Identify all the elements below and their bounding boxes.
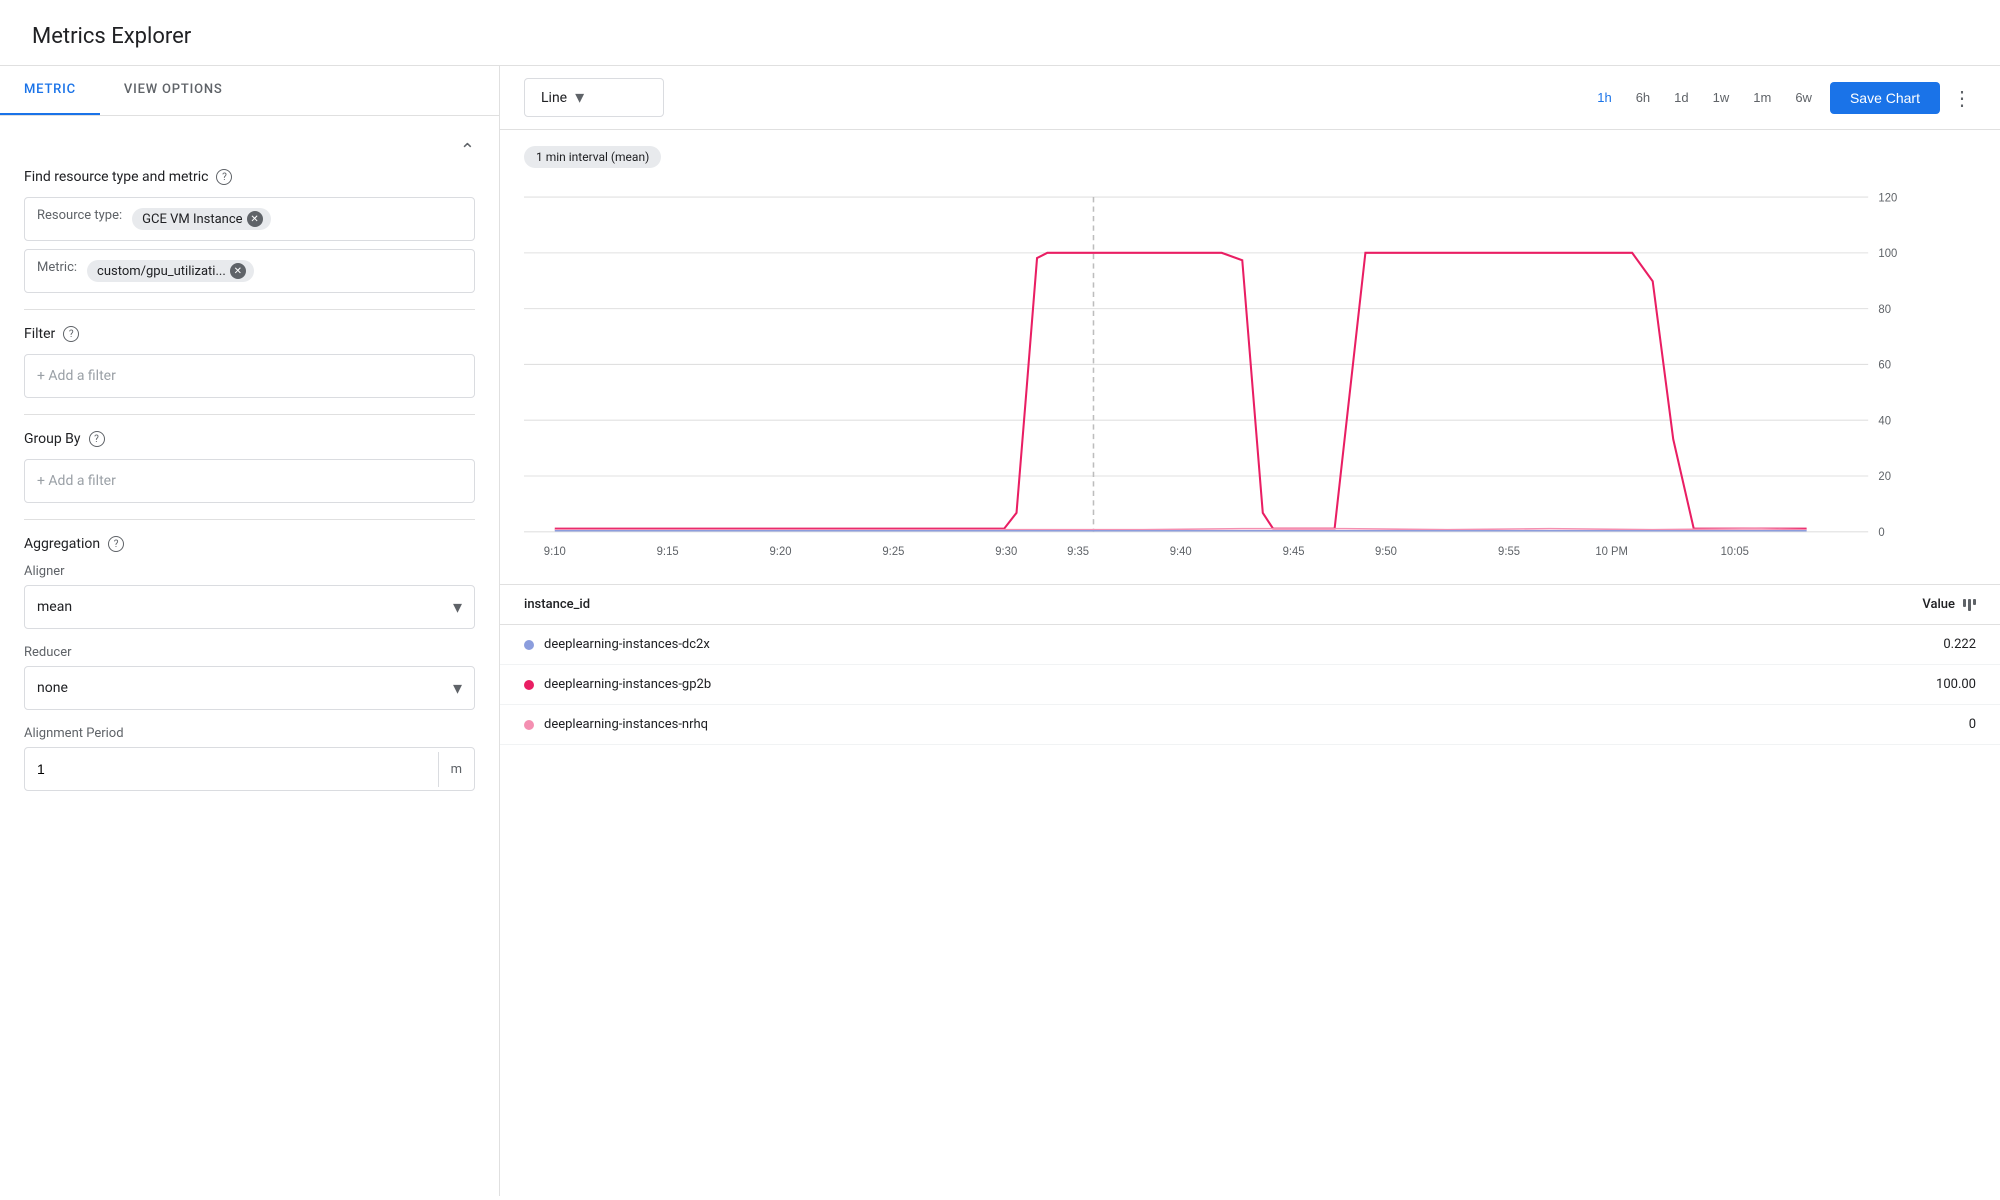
svg-text:100: 100 <box>1878 248 1897 260</box>
section-collapse-btn[interactable]: ⌃ <box>24 132 475 169</box>
right-panel: Line ▾ 1h 6h 1d 1w 1m 6w Save Chart ⋮ <box>500 66 2000 1196</box>
toolbar-right: 1h 6h 1d 1w 1m 6w Save Chart ⋮ <box>1587 82 1976 114</box>
aggregation-label: Aggregation ? <box>24 536 475 552</box>
instance-col-header: instance_id <box>524 597 590 612</box>
svg-text:10:05: 10:05 <box>1721 546 1749 558</box>
table-row: deeplearning-instances-gp2b 100.00 <box>500 665 2000 705</box>
reducer-label: Reducer <box>24 645 475 660</box>
svg-text:60: 60 <box>1878 360 1891 372</box>
reducer-select[interactable]: none ▾ <box>24 666 475 710</box>
svg-text:20: 20 <box>1878 471 1891 483</box>
time-btn-6w[interactable]: 6w <box>1785 84 1822 111</box>
page-header: Metrics Explorer <box>0 0 2000 66</box>
chevron-up-icon: ⌃ <box>460 140 475 161</box>
table-row: deeplearning-instances-nrhq 0 <box>500 705 2000 745</box>
chart-svg-container: 120 100 80 60 40 20 0 9:10 9:15 9:20 9:2… <box>500 176 2000 576</box>
row-left-gp2b: deeplearning-instances-gp2b <box>524 677 711 692</box>
chart-area: 1 min interval (mean) 120 10 <box>500 130 2000 1196</box>
toolbar-left: Line ▾ <box>524 78 664 117</box>
row-value-nrhq: 0 <box>1969 717 1976 732</box>
resource-type-field[interactable]: Resource type: GCE VM Instance ✕ <box>24 197 475 241</box>
interval-badge: 1 min interval (mean) <box>524 146 661 168</box>
metric-chip-close[interactable]: ✕ <box>230 263 246 279</box>
metric-label: Metric: <box>37 260 77 282</box>
divider-2 <box>24 414 475 415</box>
svg-text:9:30: 9:30 <box>995 546 1017 558</box>
save-chart-button[interactable]: Save Chart <box>1830 82 1940 114</box>
table-row: deeplearning-instances-dc2x 0.222 <box>500 625 2000 665</box>
chart-toolbar: Line ▾ 1h 6h 1d 1w 1m 6w Save Chart ⋮ <box>500 66 2000 130</box>
row-left-dc2x: deeplearning-instances-dc2x <box>524 637 710 652</box>
group-by-help-icon[interactable]: ? <box>89 431 105 447</box>
filter-help-icon[interactable]: ? <box>63 326 79 342</box>
divider-3 <box>24 519 475 520</box>
aligner-dropdown-icon: ▾ <box>453 597 462 618</box>
data-table-header: instance_id Value <box>500 585 2000 625</box>
svg-text:9:55: 9:55 <box>1498 546 1520 558</box>
svg-text:10 PM: 10 PM <box>1595 546 1628 558</box>
time-range-buttons: 1h 6h 1d 1w 1m 6w <box>1587 84 1822 111</box>
aggregation-help-icon[interactable]: ? <box>108 536 124 552</box>
svg-text:9:45: 9:45 <box>1283 546 1305 558</box>
svg-text:0: 0 <box>1878 527 1884 539</box>
time-btn-1d[interactable]: 1d <box>1664 84 1698 111</box>
aligner-select[interactable]: mean ▾ <box>24 585 475 629</box>
chart-type-select[interactable]: Line ▾ <box>524 78 664 117</box>
svg-text:9:25: 9:25 <box>882 546 904 558</box>
main-layout: METRIC VIEW OPTIONS ⌃ Find resource type… <box>0 66 2000 1196</box>
aggregation-section: Aggregation ? Aligner mean ▾ Reducer non… <box>24 536 475 791</box>
series-gp2b <box>555 253 1807 529</box>
svg-text:9:10: 9:10 <box>544 546 566 558</box>
alignment-period-label: Alignment Period <box>24 726 475 741</box>
aligner-label: Aligner <box>24 564 475 579</box>
more-options-icon[interactable]: ⋮ <box>1948 82 1976 114</box>
svg-text:9:50: 9:50 <box>1375 546 1397 558</box>
metric-field[interactable]: Metric: custom/gpu_utilizati... ✕ <box>24 249 475 293</box>
tabs: METRIC VIEW OPTIONS <box>0 66 499 116</box>
legend-dot-dc2x <box>524 640 534 650</box>
time-btn-1w[interactable]: 1w <box>1703 84 1740 111</box>
row-value-dc2x: 0.222 <box>1943 637 1976 652</box>
reducer-dropdown-icon: ▾ <box>453 678 462 699</box>
group-by-input[interactable]: + Add a filter <box>24 459 475 503</box>
tab-view-options[interactable]: VIEW OPTIONS <box>100 66 247 115</box>
tab-metric[interactable]: METRIC <box>0 66 100 115</box>
svg-text:9:15: 9:15 <box>657 546 679 558</box>
metric-chip: custom/gpu_utilizati... ✕ <box>87 260 254 282</box>
chart-type-dropdown-icon: ▾ <box>575 87 584 108</box>
row-left-nrhq: deeplearning-instances-nrhq <box>524 717 708 732</box>
resource-type-label: Resource type: <box>37 208 122 230</box>
resource-type-chip: GCE VM Instance ✕ <box>132 208 270 230</box>
panel-content: ⌃ Find resource type and metric ? Resour… <box>0 116 499 807</box>
page-title: Metrics Explorer <box>32 24 1968 49</box>
app-container: Metrics Explorer METRIC VIEW OPTIONS ⌃ <box>0 0 2000 1200</box>
svg-text:9:40: 9:40 <box>1170 546 1192 558</box>
column-chart-icon[interactable] <box>1963 599 1976 611</box>
data-table: instance_id Value <box>500 584 2000 745</box>
alignment-period-field[interactable]: m <box>24 747 475 791</box>
svg-text:9:35: 9:35 <box>1067 546 1089 558</box>
filter-input[interactable]: + Add a filter <box>24 354 475 398</box>
alignment-period-unit: m <box>438 752 474 787</box>
svg-text:40: 40 <box>1878 415 1891 427</box>
value-col-header: Value <box>1922 597 1976 612</box>
group-by-label: Group By ? <box>24 431 475 447</box>
row-value-gp2b: 100.00 <box>1936 677 1976 692</box>
legend-dot-nrhq <box>524 720 534 730</box>
svg-text:120: 120 <box>1878 192 1897 204</box>
find-resource-label: Find resource type and metric ? <box>24 169 475 185</box>
alignment-period-input[interactable] <box>25 751 438 787</box>
legend-dot-gp2b <box>524 680 534 690</box>
time-btn-6h[interactable]: 6h <box>1626 84 1660 111</box>
divider-1 <box>24 309 475 310</box>
resource-type-chip-close[interactable]: ✕ <box>247 211 263 227</box>
time-btn-1m[interactable]: 1m <box>1743 84 1781 111</box>
filter-label: Filter ? <box>24 326 475 342</box>
find-resource-help-icon[interactable]: ? <box>216 169 232 185</box>
time-btn-1h[interactable]: 1h <box>1587 84 1621 111</box>
svg-text:9:20: 9:20 <box>770 546 792 558</box>
svg-text:80: 80 <box>1878 304 1891 316</box>
left-panel: METRIC VIEW OPTIONS ⌃ Find resource type… <box>0 66 500 1196</box>
chart-svg: 120 100 80 60 40 20 0 9:10 9:15 9:20 9:2… <box>524 176 1940 576</box>
